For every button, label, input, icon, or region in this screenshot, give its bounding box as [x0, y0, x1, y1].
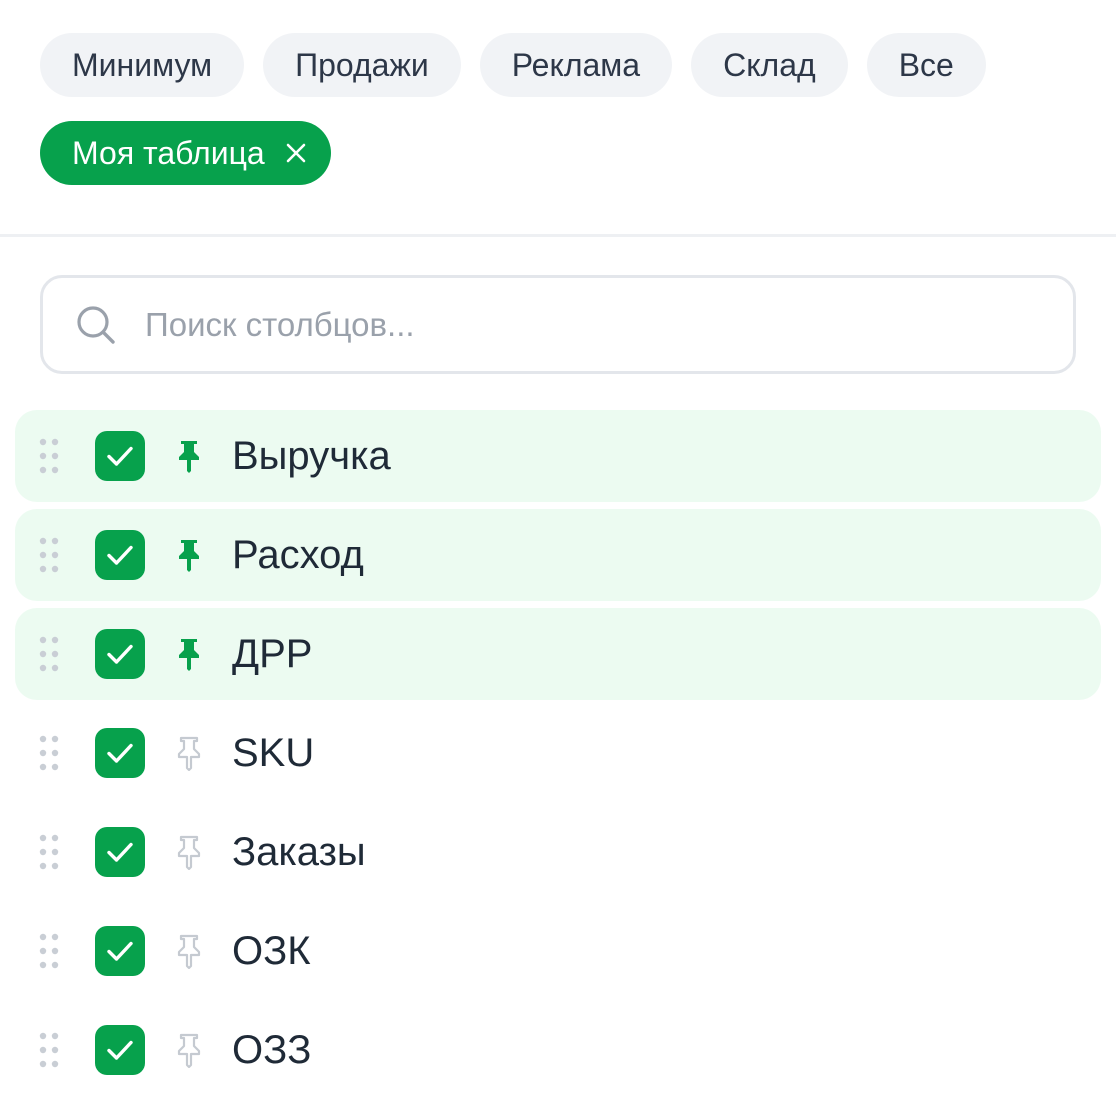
drag-handle-icon[interactable] — [38, 733, 60, 773]
preset-chip-my-table[interactable]: Моя таблица — [40, 121, 331, 185]
drag-handle-icon[interactable] — [38, 436, 60, 476]
drag-handle-icon[interactable] — [38, 1030, 60, 1070]
column-label: ОЗК — [232, 928, 311, 973]
column-checkbox[interactable] — [95, 431, 145, 481]
column-row[interactable]: Расход — [15, 509, 1101, 601]
column-label: Расход — [232, 532, 364, 577]
column-label: Выручка — [232, 433, 391, 478]
drag-handle-icon[interactable] — [38, 832, 60, 872]
preset-chip-minimum[interactable]: Минимум — [40, 33, 245, 97]
column-label: ДРР — [232, 631, 313, 676]
drag-handle-icon[interactable] — [38, 634, 60, 674]
checkmark-icon — [103, 835, 137, 869]
column-checkbox[interactable] — [95, 1025, 145, 1075]
pin-icon[interactable] — [172, 834, 206, 870]
preset-chip-warehouse[interactable]: Склад — [691, 33, 848, 97]
column-row[interactable]: ОЗЗ — [15, 1004, 1101, 1096]
column-checkbox[interactable] — [95, 827, 145, 877]
preset-chip-ads[interactable]: Реклама — [479, 33, 673, 97]
search-icon — [75, 304, 117, 346]
column-row[interactable]: Заказы — [15, 806, 1101, 898]
checkmark-icon — [103, 538, 137, 572]
column-checkbox[interactable] — [95, 530, 145, 580]
checkmark-icon — [103, 439, 137, 473]
column-checkbox[interactable] — [95, 926, 145, 976]
drag-handle-icon[interactable] — [38, 535, 60, 575]
column-settings-panel: Минимум Продажи Реклама Склад Все Моя та… — [0, 0, 1116, 1108]
preset-chip-my-table-label: Моя таблица — [72, 134, 265, 171]
drag-handle-icon[interactable] — [38, 931, 60, 971]
divider — [0, 234, 1116, 237]
column-label: SKU — [232, 730, 315, 775]
column-label: ОЗЗ — [232, 1027, 312, 1072]
column-search — [40, 275, 1076, 374]
checkmark-icon — [103, 1033, 137, 1067]
column-list: Выручка Расход ДРР SKU Заказы ОЗК ОЗЗ — [15, 410, 1101, 1103]
close-icon[interactable] — [283, 140, 309, 166]
checkmark-icon — [103, 934, 137, 968]
column-row[interactable]: Выручка — [15, 410, 1101, 502]
pin-icon[interactable] — [172, 438, 206, 474]
column-checkbox[interactable] — [95, 629, 145, 679]
preset-chip-all[interactable]: Все — [866, 33, 986, 97]
column-row[interactable]: ОЗК — [15, 905, 1101, 997]
checkmark-icon — [103, 736, 137, 770]
column-label: Заказы — [232, 829, 366, 874]
column-row[interactable]: ДРР — [15, 608, 1101, 700]
pin-icon[interactable] — [172, 933, 206, 969]
column-checkbox[interactable] — [95, 728, 145, 778]
preset-chips: Минимум Продажи Реклама Склад Все Моя та… — [40, 33, 1080, 209]
pin-icon[interactable] — [172, 1032, 206, 1068]
pin-icon[interactable] — [172, 735, 206, 771]
pin-icon[interactable] — [172, 537, 206, 573]
column-row[interactable]: SKU — [15, 707, 1101, 799]
pin-icon[interactable] — [172, 636, 206, 672]
search-input[interactable] — [145, 305, 1025, 344]
preset-chip-sales[interactable]: Продажи — [263, 33, 461, 97]
checkmark-icon — [103, 637, 137, 671]
